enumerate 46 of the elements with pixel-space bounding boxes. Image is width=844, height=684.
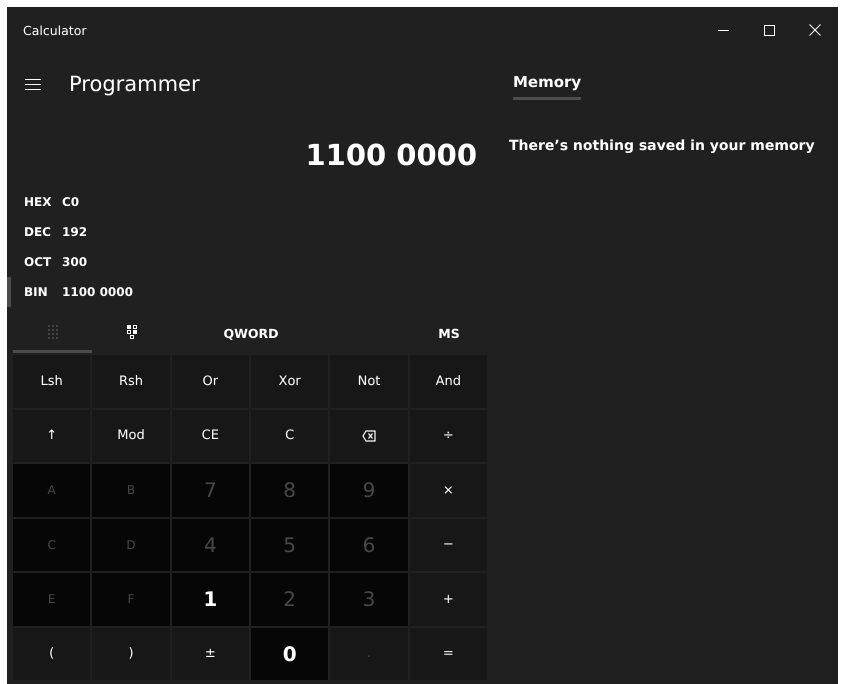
window-title: Calculator — [23, 22, 88, 38]
calculator-key[interactable]: × — [410, 464, 487, 516]
memory-store-button[interactable]: MS — [409, 313, 489, 353]
mode-title: Programmer — [69, 72, 200, 96]
calculator-key[interactable]: And — [410, 355, 487, 408]
calculator-key[interactable]: ) — [92, 628, 170, 680]
radix-name: DEC — [24, 225, 52, 239]
calculator-key[interactable]: ( — [13, 628, 90, 680]
calculator-key[interactable]: 0 — [251, 628, 328, 680]
radix-name: BIN — [24, 285, 49, 299]
radix-name: OCT — [24, 255, 52, 269]
maximize-icon — [764, 24, 774, 36]
calculator-key[interactable]: Not — [330, 355, 408, 408]
calculator-key[interactable]: − — [410, 518, 487, 571]
calculator-key[interactable]: Or — [172, 355, 249, 408]
radix-row[interactable]: DEC 192 — [7, 217, 489, 247]
radix-value: C0 — [62, 195, 80, 209]
calculator-key[interactable]: 1 — [172, 573, 249, 626]
empty-memory-message: There’s nothing saved in your memory — [509, 138, 816, 154]
keypad-icon — [46, 324, 58, 340]
radix-value: 300 — [62, 255, 88, 269]
calculator-key[interactable]: ± — [172, 628, 249, 680]
memory-tab[interactable]: Memory — [513, 53, 582, 100]
display-value: 1100 0000 — [305, 138, 477, 172]
calculator-key[interactable]: Rsh — [92, 355, 170, 408]
calculator-key[interactable]: C — [251, 410, 328, 462]
radix-value: 1100 0000 — [62, 285, 133, 299]
calculator-key[interactable]: ÷ — [410, 410, 487, 462]
calculator-key[interactable]: ↑ — [13, 410, 90, 462]
radix-row[interactable]: OCT 300 — [7, 247, 489, 277]
calculator-key[interactable]: Lsh — [13, 355, 90, 408]
calculator-key[interactable] — [330, 410, 408, 462]
menu-icon — [25, 78, 41, 90]
radix-row[interactable]: BIN 1100 0000 — [7, 277, 489, 307]
radix-value: 192 — [62, 225, 88, 239]
calculator-key[interactable]: = — [410, 628, 487, 680]
radix-row[interactable]: HEX C0 — [7, 187, 489, 217]
backspace-icon — [362, 430, 376, 442]
calculator-key[interactable]: CE — [172, 410, 249, 462]
calculator-key[interactable]: + — [410, 573, 487, 626]
calculator-key[interactable]: Mod — [92, 410, 170, 462]
close-icon — [809, 24, 821, 36]
radix-name: HEX — [24, 195, 52, 209]
bit-toggle-icon — [126, 324, 138, 340]
word-size-button[interactable]: QWORD — [171, 313, 331, 353]
calculator-key[interactable]: Xor — [251, 355, 328, 408]
